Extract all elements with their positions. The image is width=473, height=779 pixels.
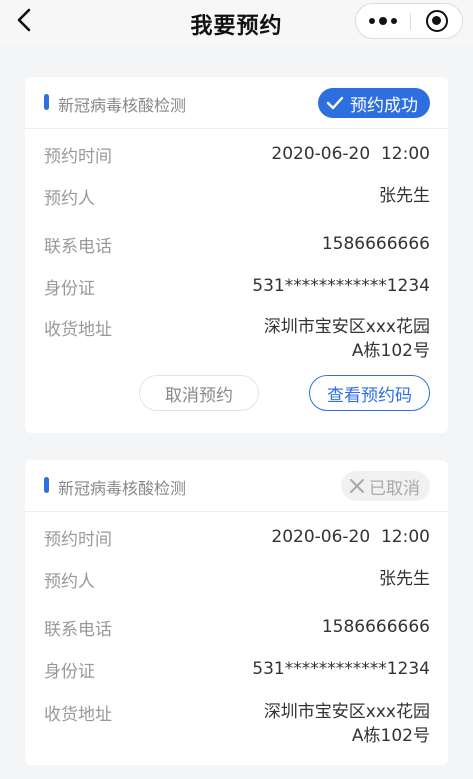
view-appointment-code-button[interactable]: 查看预约码 — [309, 375, 430, 411]
row-label: 联系电话 — [44, 620, 112, 640]
card-header: 新冠病毒核酸检测 已取消 — [25, 460, 448, 512]
row-value: 张先生 — [379, 569, 430, 589]
card-title: 新冠病毒核酸检测 — [58, 96, 187, 115]
row-label: 预约时间 — [44, 147, 112, 167]
title-accent-bar — [44, 94, 49, 110]
row-value: 张先生 — [379, 186, 430, 206]
target-circle-icon[interactable] — [426, 10, 448, 32]
row-label: 身份证 — [44, 279, 95, 299]
address-line: 深圳市宝安区xxx花园 — [263, 702, 430, 722]
appointment-card: 新冠病毒核酸检测 已取消 预约时间 2020-06-20 12:00 预约人 张… — [25, 460, 448, 765]
address-line: A栋102号 — [351, 341, 430, 361]
row-value: 2020-06-20 12:00 — [271, 527, 430, 547]
row-value: 深圳市宝安区xxx花园 A栋102号 — [264, 700, 430, 748]
row-value: 1586666666 — [321, 617, 430, 637]
row-value: 531************1234 — [252, 276, 430, 296]
address-line: A栋102号 — [351, 726, 430, 746]
row-label: 预约人 — [44, 189, 95, 209]
address-line: 深圳市宝安区xxx花园 — [263, 317, 430, 337]
check-icon — [326, 96, 344, 110]
row-value: 1586666666 — [321, 234, 430, 254]
appointment-card: 新冠病毒核酸检测 预约成功 预约时间 2020-06-20 12:00 预约人 … — [25, 77, 448, 433]
cancel-appointment-button[interactable]: 取消预约 — [139, 375, 259, 411]
row-value: 531************1234 — [252, 659, 430, 679]
status-text: 预约成功 — [350, 95, 418, 116]
nav-bar: 我要预约 — [0, 0, 473, 46]
row-label: 联系电话 — [44, 237, 112, 257]
row-label: 预约人 — [44, 572, 95, 592]
status-text: 已取消 — [369, 478, 420, 499]
status-badge: 预约成功 — [318, 88, 430, 118]
row-label: 收货地址 — [44, 320, 112, 340]
close-icon — [349, 478, 365, 494]
row-label: 收货地址 — [44, 705, 112, 725]
row-label: 身份证 — [44, 662, 95, 682]
card-title: 新冠病毒核酸检测 — [58, 479, 187, 498]
capsule-divider — [410, 13, 411, 30]
status-badge: 已取消 — [341, 471, 430, 501]
card-header: 新冠病毒核酸检测 预约成功 — [25, 77, 448, 129]
mini-program-capsule — [355, 3, 463, 39]
row-value: 2020-06-20 12:00 — [271, 144, 430, 164]
row-value: 深圳市宝安区xxx花园 A栋102号 — [264, 315, 430, 363]
more-dots-icon[interactable] — [356, 4, 410, 38]
title-accent-bar — [44, 477, 49, 493]
row-label: 预约时间 — [44, 530, 112, 550]
